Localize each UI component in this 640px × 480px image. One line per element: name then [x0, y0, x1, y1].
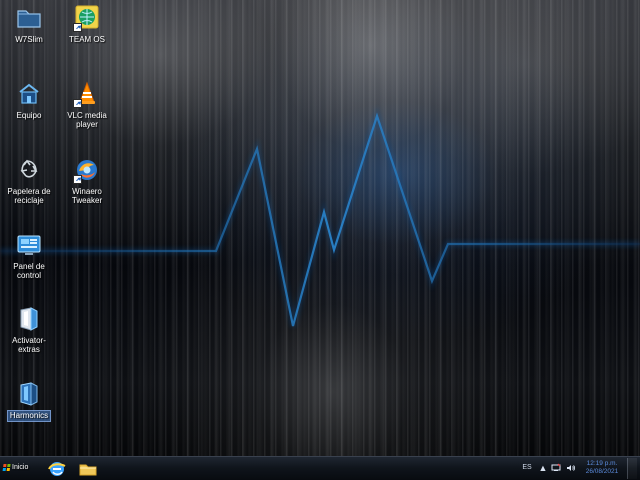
start-button[interactable]: Inicio [2, 459, 35, 477]
winaero-tweaker-icon [73, 156, 101, 184]
harmonics-icon [15, 380, 43, 408]
globe-shortcut-icon [73, 4, 101, 32]
desktop-icon-control-panel[interactable]: Panel de control [0, 231, 58, 291]
volume-icon [567, 465, 576, 471]
desktop-icon-winaero-tweaker[interactable]: Winaero Tweaker [58, 156, 116, 216]
desktop-icon-w7slim[interactable]: W7Slim [0, 4, 58, 64]
taskbar-clock[interactable]: 12:19 p.m. 26/08/2021 [581, 460, 623, 478]
file-explorer-icon [79, 464, 97, 476]
desktop-icon-label: VLC media player [67, 111, 107, 129]
computer-home-icon [15, 80, 43, 108]
desktop-icon-label: Harmonics [6, 410, 52, 422]
taskbar-file-explorer-button[interactable] [74, 459, 102, 479]
desktop-icon-activator-extras[interactable]: Activator-extras [0, 305, 58, 365]
desktop-icon-vlc-media-player[interactable]: VLC media player [58, 80, 116, 140]
folder-icon [15, 4, 43, 32]
taskbar: Inicio ES ▲ 12:19 p.m. 26/08/2021 [0, 456, 640, 480]
desktop-icon-recycle-bin[interactable]: Papelera de reciclaje [0, 156, 58, 216]
desktop-icon-label: Winaero Tweaker [71, 187, 103, 205]
desktop-icon-label: W7Slim [15, 35, 43, 44]
desktop-icon-label: Activator-extras [12, 336, 46, 354]
volume-tray-button[interactable] [566, 463, 576, 473]
show-desktop-button[interactable] [627, 458, 637, 479]
desktop-icon-label: Equipo [16, 111, 42, 120]
desktop-wallpaper [0, 0, 640, 456]
control-panel-icon [15, 231, 43, 259]
network-icon [551, 463, 561, 471]
recycle-bin-icon [15, 156, 43, 184]
desktop-icon-team-os[interactable]: TEAM OS [58, 4, 116, 64]
desktop: W7Slim TEAM OS Equipo VLC media player P… [0, 0, 640, 480]
desktop-icon-label: Panel de control [13, 262, 45, 280]
activator-icon [15, 305, 43, 333]
network-tray-button[interactable] [551, 463, 561, 473]
language-indicator[interactable]: ES [520, 463, 534, 473]
show-hidden-icons-button[interactable]: ▲ [538, 463, 548, 473]
desktop-icon-equipo[interactable]: Equipo [0, 80, 58, 140]
shortcut-arrow-icon [73, 175, 82, 184]
desktop-icon-harmonics[interactable]: Harmonics [0, 380, 58, 440]
desktop-icon-label: TEAM OS [68, 35, 105, 44]
shortcut-arrow-icon [73, 99, 82, 108]
shortcut-arrow-icon [73, 23, 82, 32]
internet-explorer-icon [48, 462, 66, 476]
start-label: Inicio [12, 464, 29, 471]
windows-logo-icon [2, 464, 11, 472]
vlc-cone-icon [73, 80, 101, 108]
taskbar-internet-explorer-button[interactable] [43, 459, 71, 479]
clock-date: 26/08/2021 [585, 468, 619, 475]
desktop-icon-label: Papelera de reciclaje [7, 187, 51, 205]
clock-time: 12:19 p.m. [586, 460, 618, 467]
